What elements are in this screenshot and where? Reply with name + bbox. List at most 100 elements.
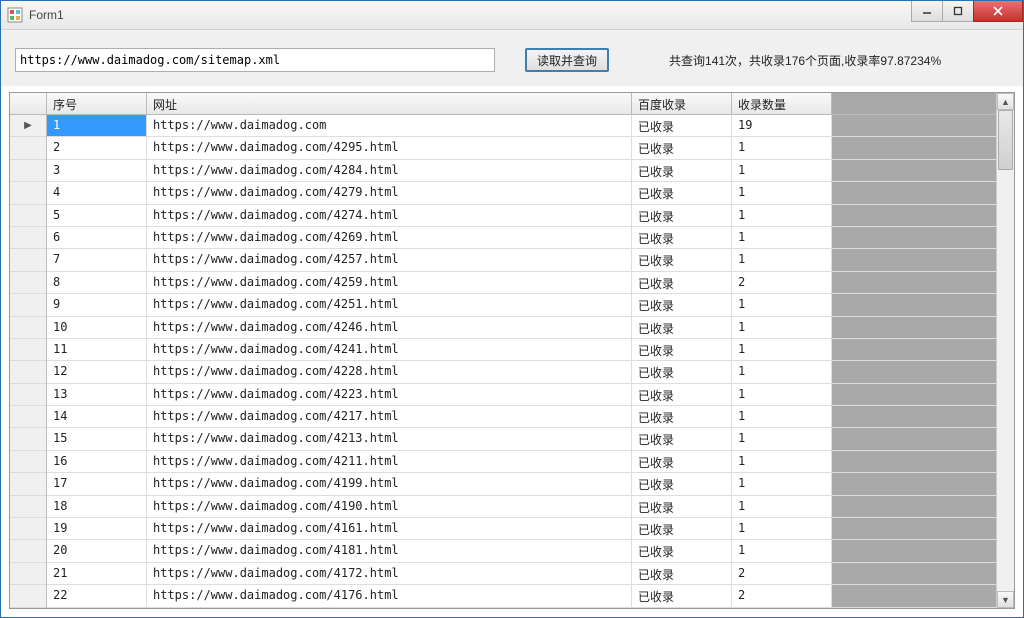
cell-url[interactable]: https://www.daimadog.com/4279.html: [147, 182, 632, 203]
cell-count[interactable]: 1: [732, 384, 832, 405]
cell-status[interactable]: 已收录: [632, 317, 732, 338]
cell-count[interactable]: 1: [732, 361, 832, 382]
row-selector[interactable]: [10, 361, 46, 383]
row-selector[interactable]: [10, 518, 46, 540]
table-row[interactable]: 15https://www.daimadog.com/4213.html已收录1: [47, 428, 996, 450]
cell-url[interactable]: https://www.daimadog.com/4284.html: [147, 160, 632, 181]
cell-url[interactable]: https://www.daimadog.com/4190.html: [147, 496, 632, 517]
vertical-scrollbar[interactable]: ▲ ▼: [996, 93, 1014, 608]
cell-index[interactable]: 11: [47, 339, 147, 360]
cell-status[interactable]: 已收录: [632, 451, 732, 472]
table-row[interactable]: 7https://www.daimadog.com/4257.html已收录1: [47, 249, 996, 271]
cell-index[interactable]: 18: [47, 496, 147, 517]
cell-url[interactable]: https://www.daimadog.com/4199.html: [147, 473, 632, 494]
minimize-button[interactable]: [911, 1, 943, 22]
table-row[interactable]: 2https://www.daimadog.com/4295.html已收录1: [47, 137, 996, 159]
table-row[interactable]: 12https://www.daimadog.com/4228.html已收录1: [47, 361, 996, 383]
cell-count[interactable]: 1: [732, 317, 832, 338]
cell-count[interactable]: 1: [732, 182, 832, 203]
cell-index[interactable]: 9: [47, 294, 147, 315]
cell-count[interactable]: 1: [732, 227, 832, 248]
table-row[interactable]: 19https://www.daimadog.com/4161.html已收录1: [47, 518, 996, 540]
cell-url[interactable]: https://www.daimadog.com/4211.html: [147, 451, 632, 472]
col-header-count[interactable]: 收录数量: [732, 93, 832, 114]
cell-url[interactable]: https://www.daimadog.com/4228.html: [147, 361, 632, 382]
cell-index[interactable]: 14: [47, 406, 147, 427]
row-selector[interactable]: [10, 137, 46, 159]
cell-index[interactable]: 7: [47, 249, 147, 270]
cell-url[interactable]: https://www.daimadog.com/4241.html: [147, 339, 632, 360]
table-row[interactable]: 20https://www.daimadog.com/4181.html已收录1: [47, 540, 996, 562]
table-row[interactable]: 17https://www.daimadog.com/4199.html已收录1: [47, 473, 996, 495]
scroll-thumb[interactable]: [998, 110, 1013, 170]
cell-count[interactable]: 1: [732, 451, 832, 472]
row-selector[interactable]: [10, 563, 46, 585]
cell-status[interactable]: 已收录: [632, 384, 732, 405]
cell-status[interactable]: 已收录: [632, 540, 732, 561]
cell-url[interactable]: https://www.daimadog.com/4259.html: [147, 272, 632, 293]
cell-count[interactable]: 1: [732, 249, 832, 270]
row-selector[interactable]: [10, 339, 46, 361]
cell-index[interactable]: 22: [47, 585, 147, 606]
cell-url[interactable]: https://www.daimadog.com/4172.html: [147, 563, 632, 584]
cell-status[interactable]: 已收录: [632, 518, 732, 539]
cell-count[interactable]: 1: [732, 473, 832, 494]
table-row[interactable]: 3https://www.daimadog.com/4284.html已收录1: [47, 160, 996, 182]
cell-status[interactable]: 已收录: [632, 428, 732, 449]
cell-url[interactable]: https://www.daimadog.com/4295.html: [147, 137, 632, 158]
row-selector[interactable]: [10, 496, 46, 518]
cell-status[interactable]: 已收录: [632, 339, 732, 360]
read-and-query-button[interactable]: 读取并查询: [525, 48, 609, 72]
cell-url[interactable]: https://www.daimadog.com/4223.html: [147, 384, 632, 405]
table-row[interactable]: 5https://www.daimadog.com/4274.html已收录1: [47, 205, 996, 227]
cell-status[interactable]: 已收录: [632, 361, 732, 382]
cell-count[interactable]: 1: [732, 496, 832, 517]
cell-status[interactable]: 已收录: [632, 249, 732, 270]
row-selector[interactable]: [10, 428, 46, 450]
table-row[interactable]: 4https://www.daimadog.com/4279.html已收录1: [47, 182, 996, 204]
row-selector-current-icon[interactable]: ▶: [10, 115, 46, 137]
cell-url[interactable]: https://www.daimadog.com/4251.html: [147, 294, 632, 315]
cell-url[interactable]: https://www.daimadog.com/4161.html: [147, 518, 632, 539]
cell-index[interactable]: 5: [47, 205, 147, 226]
table-row[interactable]: 22https://www.daimadog.com/4176.html已收录2: [47, 585, 996, 607]
cell-count[interactable]: 1: [732, 518, 832, 539]
cell-status[interactable]: 已收录: [632, 585, 732, 606]
cell-index[interactable]: 3: [47, 160, 147, 181]
scroll-track[interactable]: [997, 110, 1014, 591]
col-header-status[interactable]: 百度收录: [632, 93, 732, 114]
row-selector[interactable]: [10, 317, 46, 339]
table-row[interactable]: 8https://www.daimadog.com/4259.html已收录2: [47, 272, 996, 294]
cell-status[interactable]: 已收录: [632, 182, 732, 203]
cell-index[interactable]: 4: [47, 182, 147, 203]
row-selector[interactable]: [10, 384, 46, 406]
maximize-button[interactable]: [942, 1, 974, 22]
cell-count[interactable]: 19: [732, 115, 832, 136]
title-bar[interactable]: Form1: [1, 1, 1023, 30]
row-selector[interactable]: [10, 227, 46, 249]
cell-status[interactable]: 已收录: [632, 294, 732, 315]
cell-status[interactable]: 已收录: [632, 160, 732, 181]
cell-status[interactable]: 已收录: [632, 496, 732, 517]
cell-count[interactable]: 1: [732, 205, 832, 226]
cell-index[interactable]: 13: [47, 384, 147, 405]
table-row[interactable]: 6https://www.daimadog.com/4269.html已收录1: [47, 227, 996, 249]
cell-url[interactable]: https://www.daimadog.com/4257.html: [147, 249, 632, 270]
data-grid[interactable]: ▶ 序号 网址 百度收录 收录数量 1https://www.daimadog.…: [9, 92, 1015, 609]
cell-url[interactable]: https://www.daimadog.com/4274.html: [147, 205, 632, 226]
table-row[interactable]: 1https://www.daimadog.com已收录19: [47, 115, 996, 137]
table-row[interactable]: 10https://www.daimadog.com/4246.html已收录1: [47, 317, 996, 339]
table-row[interactable]: 14https://www.daimadog.com/4217.html已收录1: [47, 406, 996, 428]
row-selector[interactable]: [10, 451, 46, 473]
row-selector[interactable]: [10, 406, 46, 428]
row-selector[interactable]: [10, 205, 46, 227]
row-selector[interactable]: [10, 294, 46, 316]
cell-status[interactable]: 已收录: [632, 563, 732, 584]
scroll-up-arrow-icon[interactable]: ▲: [997, 93, 1014, 110]
cell-status[interactable]: 已收录: [632, 227, 732, 248]
cell-index[interactable]: 2: [47, 137, 147, 158]
row-selector[interactable]: [10, 540, 46, 562]
cell-index[interactable]: 6: [47, 227, 147, 248]
close-button[interactable]: [973, 1, 1023, 22]
cell-index[interactable]: 10: [47, 317, 147, 338]
